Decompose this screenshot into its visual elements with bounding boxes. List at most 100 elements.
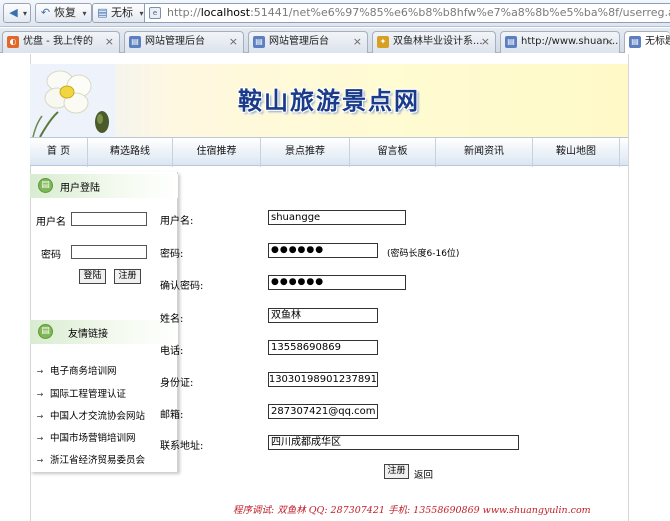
login-password-label: 密码 xyxy=(41,250,61,261)
page-icon: ▤ xyxy=(505,36,517,48)
footer-credits: 程序调试: 双鱼林 QQ: 287307421 手机: 13558690869 … xyxy=(233,505,591,516)
email-input[interactable]: 287307421@qq.com xyxy=(268,404,378,419)
friend-link-label: 中国人才交流协会网站 xyxy=(50,411,146,422)
nav-home[interactable]: 首 页 xyxy=(30,138,88,167)
restore-button[interactable]: ↶ 恢复 ▾ xyxy=(35,3,92,23)
tab-youpan[interactable]: ◐ 优盘 - 我上传的 × xyxy=(2,31,120,53)
nav-news[interactable]: 新闻资讯 xyxy=(436,138,533,167)
chevron-down-icon: ▾ xyxy=(82,9,87,18)
back-button[interactable]: ◀ ▾ xyxy=(3,3,31,23)
name-label: 姓名: xyxy=(160,314,184,325)
restore-label: 恢复 xyxy=(54,6,76,19)
idcard-input[interactable]: 513030198901237891 xyxy=(268,372,378,387)
site-icon: ✦ xyxy=(377,36,389,48)
email-label: 邮箱: xyxy=(160,410,184,421)
page-border-right xyxy=(628,54,629,521)
login-password-input[interactable] xyxy=(71,245,147,259)
arrow-icon: → xyxy=(36,456,44,465)
nav-lodging[interactable]: 住宿推荐 xyxy=(173,138,261,167)
tab-label: 网站管理后台 xyxy=(145,36,205,47)
restore-icon: ↶ xyxy=(40,6,51,19)
login-panel-title: 用户登陆 xyxy=(60,183,100,194)
nav-map[interactable]: 鞍山地图 xyxy=(533,138,620,167)
page-icon: ▤ xyxy=(129,36,141,48)
site-title: 鞍山旅游景点网 xyxy=(238,86,420,115)
page-icon: ▤ xyxy=(97,6,108,19)
friend-link[interactable]: → 电子商务培训网 xyxy=(30,363,117,377)
phone-input[interactable]: 13558690869 xyxy=(268,340,378,355)
flower-image xyxy=(30,64,115,137)
back-arrow-icon: ◀ xyxy=(9,6,18,19)
login-button[interactable]: 登陆 xyxy=(79,269,106,284)
nav-routes[interactable]: 精选路线 xyxy=(88,138,173,167)
untitled-button[interactable]: ▤ 无标 ▾ xyxy=(92,3,149,23)
friend-link-label: 浙江省经济贸易委员会 xyxy=(50,455,146,466)
password-input[interactable]: ●●●●●● xyxy=(268,243,378,258)
chevron-down-icon: ▾ xyxy=(23,9,28,18)
password-label: 密码: xyxy=(160,249,184,260)
address-input[interactable]: 四川成都成华区 xyxy=(268,435,519,450)
chevron-down-icon: ▾ xyxy=(139,9,144,18)
tab-label: 无标题 xyxy=(645,36,670,47)
page-icon: e xyxy=(149,7,161,19)
youpan-icon: ◐ xyxy=(7,36,19,48)
tab-label: 网站管理后台 xyxy=(269,36,329,47)
idcard-label: 身份证: xyxy=(160,378,194,389)
idcard-value: 513030198901237891 xyxy=(268,374,377,385)
address-label: 联系地址: xyxy=(160,441,204,452)
friend-link-label: 国际工程管理认证 xyxy=(50,389,127,400)
tab-untitled[interactable]: ▤ 无标题 xyxy=(624,31,670,53)
confirm-password-input[interactable]: ●●●●●● xyxy=(268,275,406,290)
confirm-password-label: 确认密码: xyxy=(160,281,204,292)
nav-guestbook[interactable]: 留言板 xyxy=(350,138,436,167)
url-path: :51441/net%e6%97%85%e6%b8%b8hfw%e7%a8%8b… xyxy=(250,6,670,19)
book-icon: ▤ xyxy=(38,178,53,193)
friend-link[interactable]: → 中国市场营销培训网 xyxy=(30,430,136,444)
close-icon[interactable]: × xyxy=(229,32,238,52)
site-banner: 鞍山旅游景点网 xyxy=(30,64,628,137)
links-panel-title: 友情链接 xyxy=(68,329,108,340)
url-prefix: http:// xyxy=(167,6,201,19)
page-icon: ▤ xyxy=(253,36,265,48)
arrow-icon: → xyxy=(36,434,44,443)
tab-graduation-design[interactable]: ✦ 双鱼林毕业设计系... × xyxy=(372,31,496,53)
untitled-label: 无标 xyxy=(111,6,133,19)
login-username-input[interactable] xyxy=(71,212,147,226)
web-page: 鞍山旅游景点网 首 页 精选路线 住宿推荐 景点推荐 留言板 新闻资讯 鞍山地图… xyxy=(0,54,670,521)
close-icon[interactable]: × xyxy=(605,32,614,52)
close-icon[interactable]: × xyxy=(481,32,490,52)
friend-link[interactable]: → 中国人才交流协会网站 xyxy=(30,408,145,422)
address-bar[interactable]: e http://localhost:51441/net%e6%97%85%e6%… xyxy=(144,3,670,23)
close-icon[interactable]: × xyxy=(105,32,114,52)
username-label: 用户名: xyxy=(160,216,194,227)
book-icon: ▤ xyxy=(38,324,53,339)
tab-admin-1[interactable]: ▤ 网站管理后台 × xyxy=(124,31,244,53)
back-link[interactable]: 返回 xyxy=(414,467,433,481)
friend-link-label: 中国市场营销培训网 xyxy=(50,433,136,444)
sidebar: ▤ 用户登陆 用户名 密码 登陆 注册 ▤ 友情链接 → 电子商务培训网 → 国际工… xyxy=(30,172,178,472)
tab-shuangyulin[interactable]: ▤ http://www.shuan... × xyxy=(500,31,620,53)
login-username-label: 用户名 xyxy=(36,217,66,228)
links-panel-header: ▤ 友情链接 xyxy=(30,320,178,344)
nav-attractions[interactable]: 景点推荐 xyxy=(261,138,350,167)
arrow-icon: → xyxy=(36,412,44,421)
name-input[interactable]: 双鱼林 xyxy=(268,308,378,323)
page-icon: ▤ xyxy=(629,36,641,48)
friend-link[interactable]: → 浙江省经济贸易委员会 xyxy=(30,452,145,466)
friend-link-label: 电子商务培训网 xyxy=(50,366,117,377)
username-input[interactable]: shuangge xyxy=(268,210,406,225)
arrow-icon: → xyxy=(36,367,44,376)
phone-label: 电话: xyxy=(160,346,184,357)
tab-label: http://www.shuan... xyxy=(521,36,619,47)
friend-link[interactable]: → 国际工程管理认证 xyxy=(30,386,126,400)
url-host: localhost xyxy=(200,6,251,19)
login-panel-header: ▤ 用户登陆 xyxy=(30,174,178,198)
tab-label: 优盘 - 我上传的 xyxy=(23,36,93,47)
tab-admin-2[interactable]: ▤ 网站管理后台 × xyxy=(248,31,368,53)
close-icon[interactable]: × xyxy=(353,32,362,52)
tab-bar: ◐ 优盘 - 我上传的 × ▤ 网站管理后台 × ▤ 网站管理后台 × ✦ 双鱼… xyxy=(0,28,670,53)
tab-label: 双鱼林毕业设计系... xyxy=(393,36,483,47)
sidebar-register-button[interactable]: 注册 xyxy=(114,269,141,284)
arrow-icon: → xyxy=(36,390,44,399)
register-submit-button[interactable]: 注册 xyxy=(384,464,409,479)
